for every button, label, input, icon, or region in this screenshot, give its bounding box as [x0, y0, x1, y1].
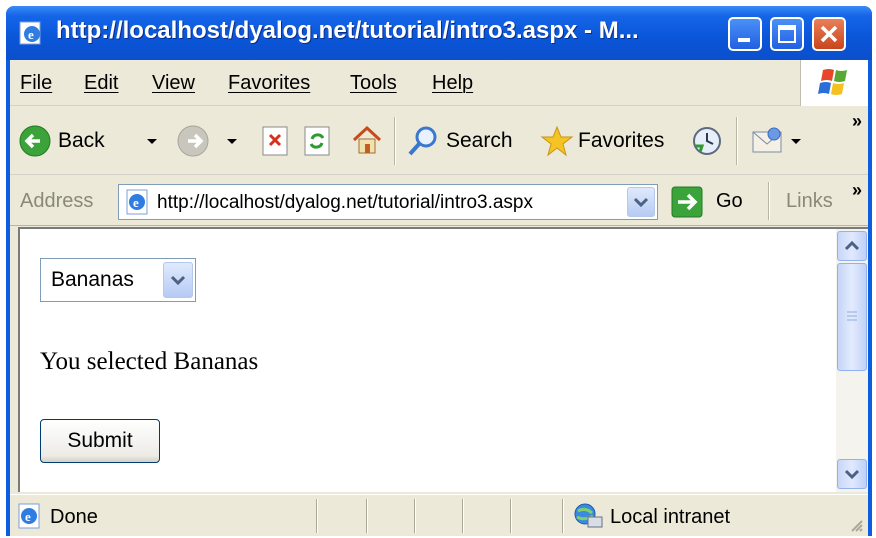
title-bar[interactable]: e http://localhost/dyalog.net/tutorial/i…: [6, 6, 872, 60]
select-dropdown-button[interactable]: [163, 262, 193, 298]
menu-file[interactable]: File: [20, 72, 52, 95]
address-url: http://localhost/dyalog.net/tutorial/int…: [157, 192, 534, 213]
menu-tools[interactable]: Tools: [350, 72, 397, 95]
chevron-down-icon: [844, 469, 860, 480]
toolbar-separator: [394, 117, 396, 165]
back-label: Back: [58, 129, 105, 152]
windows-logo: [800, 60, 868, 106]
minimize-button[interactable]: [728, 17, 762, 51]
menu-help[interactable]: Help: [432, 72, 473, 95]
svg-text:e: e: [25, 509, 31, 524]
svg-text:e: e: [28, 27, 34, 42]
window-title: http://localhost/dyalog.net/tutorial/int…: [56, 17, 639, 44]
toolbar-separator: [736, 117, 738, 165]
scroll-down-button[interactable]: [837, 459, 867, 489]
favorites-button[interactable]: Favorites: [540, 117, 680, 165]
svg-text:e: e: [133, 195, 139, 210]
chevron-down-icon: [170, 275, 186, 286]
status-separator: [562, 499, 564, 533]
status-separator: [462, 499, 464, 533]
ie-page-icon: e: [126, 189, 148, 215]
search-label: Search: [446, 129, 513, 152]
address-label: Address: [20, 190, 94, 212]
address-dropdown-button[interactable]: [627, 187, 655, 217]
address-separator: [768, 182, 770, 220]
browser-window: e http://localhost/dyalog.net/tutorial/i…: [6, 6, 872, 536]
mail-button[interactable]: [750, 117, 810, 165]
fruit-select[interactable]: Bananas: [40, 258, 196, 302]
intranet-zone-icon: [574, 503, 603, 528]
resize-grip-icon[interactable]: [848, 517, 864, 533]
favorites-label: Favorites: [578, 129, 665, 152]
back-arrow-icon: [19, 125, 51, 157]
minimize-icon: [738, 38, 750, 42]
go-button[interactable]: [670, 184, 760, 220]
forward-button[interactable]: [176, 117, 246, 165]
maximize-icon: [778, 25, 796, 43]
status-separator: [414, 499, 416, 533]
zone-label: Local intranet: [610, 506, 731, 528]
chevron-down-icon: [633, 197, 649, 208]
page-viewport: Bananas You selected Bananas Submit: [18, 227, 868, 492]
links-overflow-chevron[interactable]: »: [852, 180, 862, 201]
browser-frame: File Edit View Favorites Tools Help Back…: [10, 60, 868, 536]
stop-icon[interactable]: [260, 125, 290, 157]
back-button[interactable]: Back: [18, 117, 168, 165]
status-separator: [316, 499, 318, 533]
address-bar: Address e http://localhost/dyalog.net/tu…: [10, 176, 868, 226]
go-arrow-icon: [671, 186, 703, 218]
status-text: Done: [50, 506, 98, 528]
toolbar-overflow-chevron[interactable]: »: [852, 111, 862, 132]
home-icon[interactable]: [350, 123, 384, 157]
maximize-button[interactable]: [770, 17, 804, 51]
status-bar: e Done Local intranet: [10, 494, 868, 536]
close-icon: [820, 25, 838, 43]
ie-page-icon: e: [19, 21, 41, 45]
forward-dropdown-icon: [227, 139, 237, 144]
status-separator: [366, 499, 368, 533]
forward-arrow-icon: [177, 125, 209, 157]
scroll-up-button[interactable]: [837, 231, 867, 261]
history-icon[interactable]: [690, 124, 724, 158]
address-input[interactable]: e http://localhost/dyalog.net/tutorial/i…: [118, 184, 658, 220]
select-value: Bananas: [51, 268, 134, 291]
grip-icon: [847, 311, 857, 321]
menu-favorites[interactable]: Favorites: [228, 72, 310, 95]
standard-toolbar: Back Search Favorites »: [10, 107, 868, 175]
selection-message: You selected Bananas: [40, 348, 259, 375]
links-label[interactable]: Links: [786, 190, 833, 213]
star-icon: [540, 125, 574, 157]
chevron-up-icon: [844, 240, 860, 251]
menu-view[interactable]: View: [152, 72, 195, 95]
status-separator: [510, 499, 512, 533]
submit-button[interactable]: Submit: [40, 419, 160, 463]
menu-edit[interactable]: Edit: [84, 72, 118, 95]
mail-icon: [752, 127, 782, 153]
back-dropdown-icon[interactable]: [146, 138, 158, 146]
go-label[interactable]: Go: [716, 190, 743, 213]
refresh-icon[interactable]: [302, 125, 332, 157]
search-icon: [408, 126, 437, 156]
windows-flag-icon: [818, 69, 847, 95]
vertical-scrollbar[interactable]: [836, 229, 868, 492]
menu-bar: File Edit View Favorites Tools Help: [10, 60, 868, 106]
ie-page-icon: e: [18, 503, 40, 529]
mail-dropdown-icon: [791, 139, 801, 144]
scroll-thumb[interactable]: [837, 263, 867, 371]
search-button[interactable]: Search: [406, 117, 526, 165]
close-button[interactable]: [812, 17, 846, 51]
